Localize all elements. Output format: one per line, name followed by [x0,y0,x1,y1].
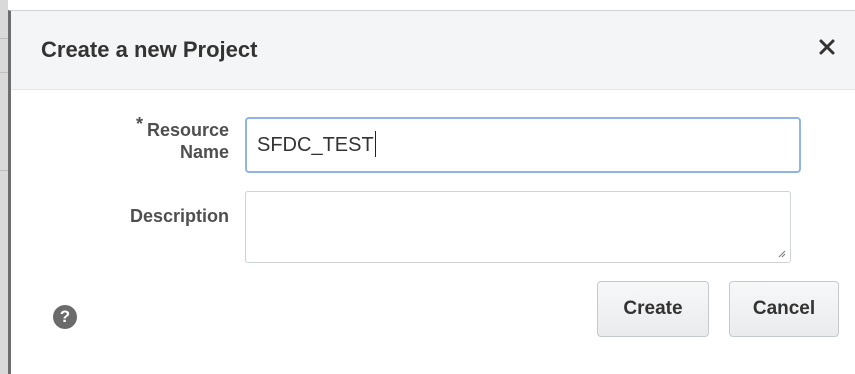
description-label: Description [129,206,229,226]
backdrop-divider [0,72,8,73]
help-button[interactable]: ? [53,305,77,329]
close-button[interactable] [811,31,843,63]
resize-grip-icon[interactable] [776,248,786,258]
help-icon: ? [59,307,71,326]
dialog-header: Create a new Project [11,11,855,90]
create-button[interactable]: Create [597,281,709,337]
resource-name-input[interactable]: SFDC_TEST [245,117,801,173]
text-caret [374,130,376,157]
cancel-button[interactable]: Cancel [729,281,839,337]
resource-name-value: SFDC_TEST [257,134,374,156]
close-icon [819,39,835,55]
description-textarea[interactable] [245,191,791,263]
page-backdrop [0,0,8,374]
dialog-title: Create a new Project [41,37,258,62]
backdrop-divider [0,170,8,171]
backdrop-divider [0,38,8,39]
required-marker: * [135,114,143,134]
create-project-dialog: Create a new Project * Resource Name SFDC… [8,10,855,374]
resource-name-label: * Resource Name [135,114,229,162]
